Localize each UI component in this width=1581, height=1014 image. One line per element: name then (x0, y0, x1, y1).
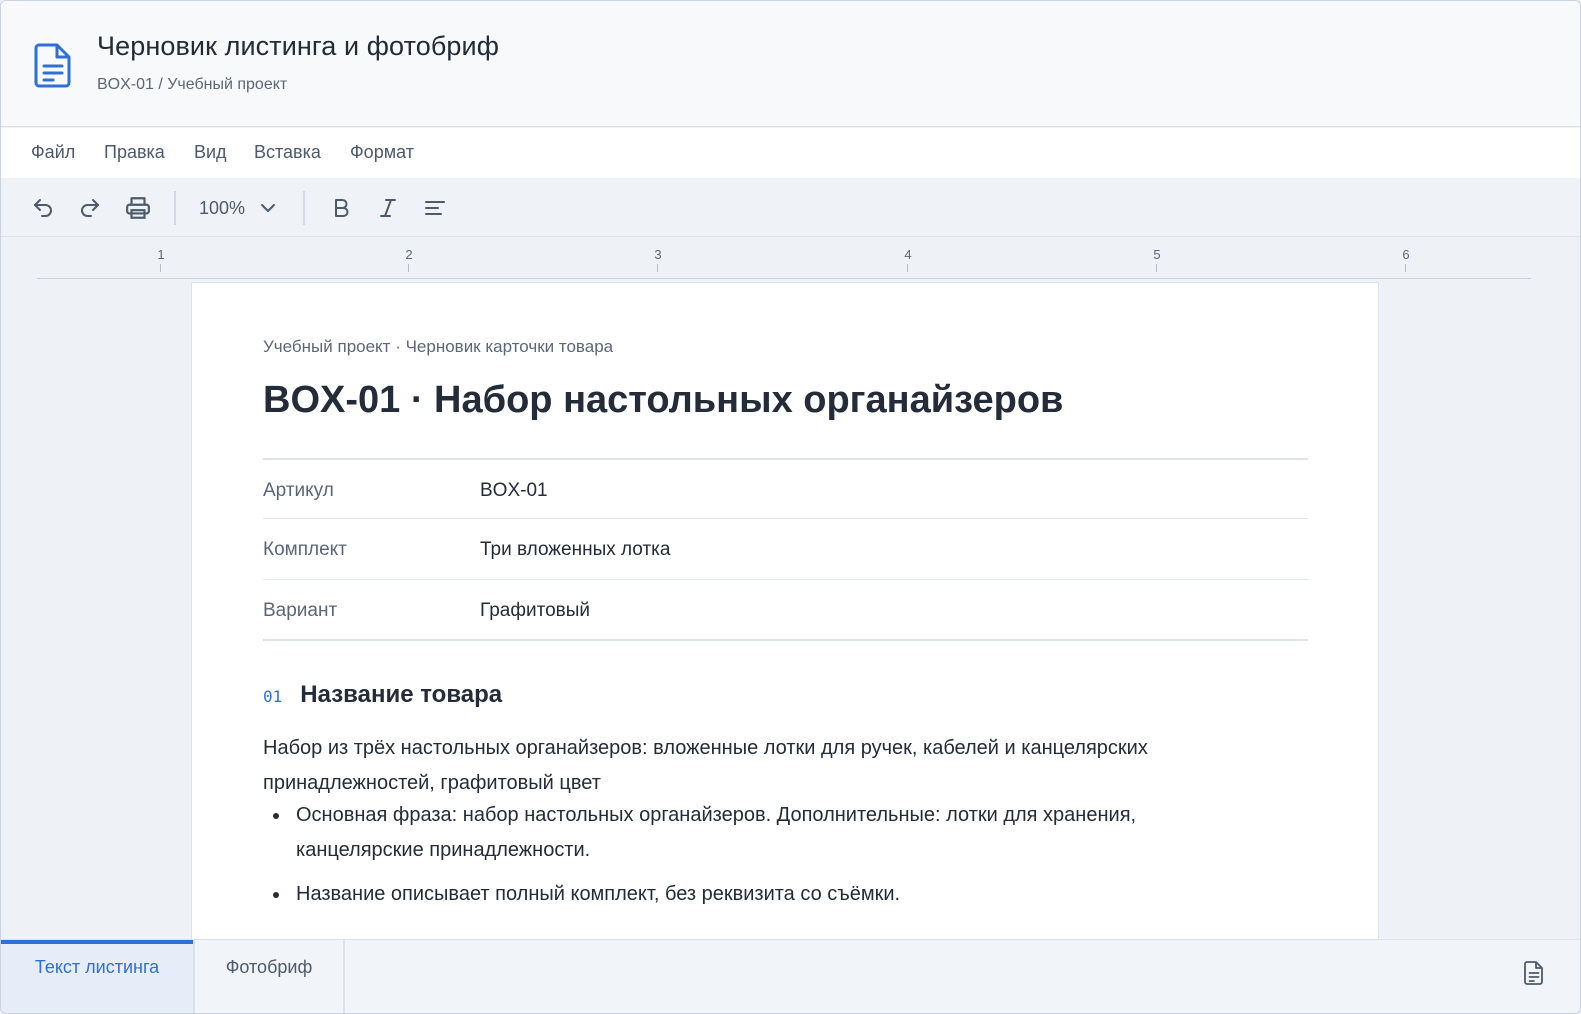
ruler-tick (408, 264, 409, 272)
meta-value: Три вложенных лотка (480, 539, 671, 560)
document-icon (34, 43, 71, 88)
document-icon[interactable] (1523, 960, 1545, 986)
ruler-tick (907, 264, 908, 272)
bottom-tab-bar: Текст листинга Фотобриф (1, 939, 1580, 1013)
menu-file[interactable]: Файл (31, 142, 75, 163)
formatting-toolbar: 100% (1, 179, 1580, 237)
align-button[interactable] (419, 192, 451, 224)
product-meta-table: Артикул BOX-01 Комплект Три вложенных ло… (263, 458, 1308, 641)
ruler-label: 1 (157, 247, 165, 262)
toolbar-divider (303, 191, 305, 225)
redo-button[interactable] (74, 192, 106, 224)
meta-value: Графитовый (480, 600, 591, 621)
meta-row: Комплект Три вложенных лотка (263, 519, 1308, 580)
meta-row: Артикул BOX-01 (263, 458, 1308, 519)
list-item: Название описывает полный комплект, без … (263, 877, 1263, 912)
tab-photo-brief[interactable]: Фотобриф (195, 940, 345, 1013)
bullet-icon (273, 892, 279, 898)
document-heading: BOX-01 · Набор настольных органайзеров (263, 379, 1064, 421)
ruler-label: 5 (1153, 247, 1161, 262)
menu-bar: Файл Правка Вид Вставка Формат (1, 128, 1580, 178)
zoom-value: 100% (199, 197, 246, 218)
meta-row: Вариант Графитовый (263, 580, 1308, 641)
document-editor-window: Черновик листинга и фотобриф BOX-01 / Уч… (0, 0, 1581, 1014)
menu-insert[interactable]: Вставка (254, 142, 321, 163)
menu-view[interactable]: Вид (194, 142, 227, 163)
meta-key: Вариант (263, 600, 338, 621)
chevron-down-icon (261, 204, 276, 212)
ruler-label: 3 (654, 247, 662, 262)
document-eyebrow: Учебный проект · Черновик карточки товар… (263, 337, 614, 356)
italic-icon (380, 199, 396, 217)
app-header: Черновик листинга и фотобриф BOX-01 / Уч… (1, 1, 1580, 127)
document-title: Черновик листинга и фотобриф (97, 31, 500, 61)
section-number: 01 (263, 687, 283, 706)
redo-icon (81, 199, 99, 217)
ruler-tick (657, 264, 658, 272)
list-item-text: Название описывает полный комплект, без … (296, 883, 901, 905)
list-item: Основная фраза: набор настольных органай… (263, 798, 1263, 868)
ruler-label: 4 (904, 247, 912, 262)
undo-icon (34, 199, 52, 217)
undo-button[interactable] (27, 192, 59, 224)
zoom-select[interactable]: 100% (199, 193, 277, 223)
ruler-baseline (37, 278, 1531, 279)
align-left-icon (425, 201, 445, 215)
ruler: 1 2 3 4 5 6 (37, 238, 1531, 280)
print-icon (126, 197, 150, 219)
section-bullet-list: Основная фраза: набор настольных органай… (263, 798, 1263, 921)
meta-key: Артикул (263, 480, 334, 501)
meta-key: Комплект (263, 539, 347, 560)
meta-value: BOX-01 (480, 480, 548, 501)
menu-format[interactable]: Формат (350, 142, 414, 163)
bold-button[interactable] (325, 192, 357, 224)
ruler-label: 2 (405, 247, 413, 262)
ruler-tick (160, 264, 161, 272)
bold-icon (335, 199, 349, 217)
list-item-text: Основная фраза: набор настольных органай… (296, 804, 1137, 861)
toolbar-divider (174, 191, 176, 225)
print-button[interactable] (122, 192, 154, 224)
tab-listing-text[interactable]: Текст листинга (1, 940, 193, 1013)
section-paragraph: Набор из трёх настольных органайзеров: в… (263, 737, 1148, 794)
ruler-tick (1156, 264, 1157, 272)
section-heading: 01 Название товара (263, 681, 502, 709)
breadcrumb: BOX-01 / Учебный проект (97, 76, 288, 93)
ruler-label: 6 (1402, 247, 1410, 262)
bullet-icon (273, 813, 279, 819)
document-page[interactable]: Учебный проект · Черновик карточки товар… (191, 282, 1379, 942)
menu-edit[interactable]: Правка (104, 142, 165, 163)
ruler-tick (1405, 264, 1406, 272)
section-title: Название товара (300, 681, 503, 708)
italic-button[interactable] (372, 192, 404, 224)
